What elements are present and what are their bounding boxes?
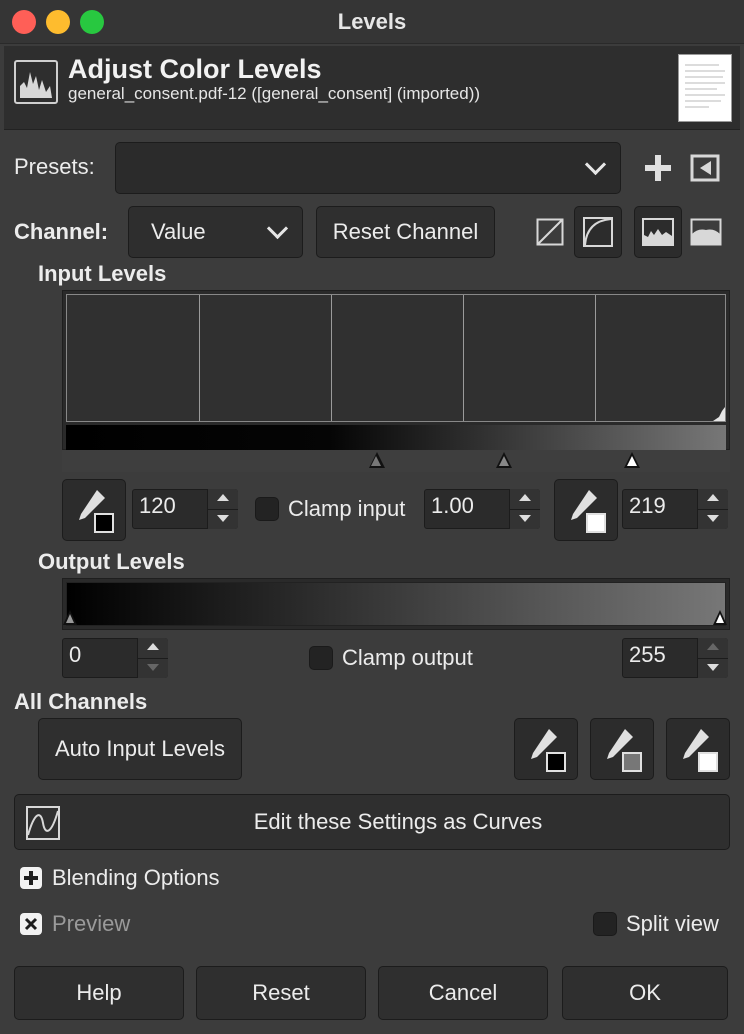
dialog-header: Adjust Color Levels general_consent.pdf-… [4,46,740,130]
presets-combo[interactable] [115,142,621,194]
input-high-handle-fill [627,456,637,466]
pick-white-all-button[interactable] [666,718,730,780]
reset-channel-button[interactable]: Reset Channel [316,206,495,258]
window-title: Levels [337,9,407,34]
histogram-gridline [331,295,332,421]
output-low-steppers [137,638,168,678]
channel-label: Channel: [14,219,109,244]
input-gamma-steppers [509,489,540,529]
chevron-down-icon [584,153,607,176]
input-levels-label: Input Levels [38,261,167,286]
image-name: general_consent.pdf-12 ([general_consent… [68,84,481,103]
pick-gray-all-button[interactable] [590,718,654,780]
input-gamma-increment[interactable] [510,489,540,509]
blending-options-expander[interactable] [20,867,42,889]
output-low-value: 0 [69,642,82,667]
chevron-down-icon [266,217,289,240]
pick-white-point-button[interactable] [554,479,618,541]
input-high-spinner[interactable]: 219 [622,489,728,529]
clamp-input-checkbox[interactable] [255,497,279,521]
input-gamma-handle-fill [499,456,509,466]
log-scale-icon [583,217,613,247]
image-thumbnail [678,54,732,122]
eyedropper-white-icon [571,490,606,533]
eyedropper-white-icon [683,729,718,772]
cancel-button[interactable]: Cancel [378,966,548,1020]
histogram-area[interactable] [66,294,726,422]
checkmark-x-icon [20,913,42,935]
histogram-gridline [595,295,596,421]
preview-label: Preview [52,911,131,936]
clamp-output-label: Clamp output [342,645,473,670]
input-gamma-decrement[interactable] [510,509,540,530]
input-low-value: 120 [139,493,176,518]
auto-input-levels-button[interactable]: Auto Input Levels [38,718,242,780]
linear-scale-icon [536,218,564,246]
pick-black-all-button[interactable] [514,718,578,780]
plus-icon [645,155,671,181]
input-gamma-spinner[interactable]: 1.00 [424,489,540,529]
output-low-handle-fill [66,614,74,623]
output-low-decrement[interactable] [138,658,168,679]
eyedropper-black-icon [79,490,114,533]
histogram-alt-view-button[interactable] [690,218,722,246]
input-low-spinner[interactable]: 120 [132,489,238,529]
clamp-input-label: Clamp input [288,496,406,521]
presets-label: Presets: [14,154,95,179]
output-high-value: 255 [629,642,666,667]
blending-options-label[interactable]: Blending Options [52,865,220,891]
input-high-steppers [697,489,728,529]
input-low-decrement[interactable] [208,509,238,530]
output-levels-label: Output Levels [38,549,185,574]
output-gradient-bar[interactable] [63,582,727,626]
help-button[interactable]: Help [14,966,184,1020]
linear-histogram-button[interactable] [536,218,564,246]
input-gradient-bar [66,425,726,451]
histogram-view-button[interactable] [634,206,682,258]
expand-plus-icon [20,867,42,889]
input-slider-track[interactable] [62,450,730,472]
output-low-increment[interactable] [138,638,168,658]
histogram-outline-icon [690,218,722,246]
channel-value: Value [151,219,206,244]
preview-checkbox[interactable] [20,913,42,935]
logarithmic-histogram-button[interactable] [574,206,622,258]
all-channels-label: All Channels [14,689,148,714]
histogram-gridline [463,295,464,421]
presets-menu-button[interactable] [690,154,720,182]
input-high-value: 219 [629,493,666,518]
levels-histogram-icon [14,60,58,104]
input-high-decrement[interactable] [698,509,728,530]
histogram-gridline [199,295,200,421]
split-view-label: Split view [626,911,719,936]
eyedropper-gray-icon [607,729,642,772]
input-low-handle-fill [371,456,381,466]
output-high-increment[interactable] [698,638,728,658]
histogram-icon [642,218,674,246]
edit-as-curves-button[interactable]: Edit these Settings as Curves [14,794,730,850]
add-preset-button[interactable] [642,152,674,184]
input-gamma-value: 1.00 [431,493,474,518]
output-high-steppers [697,638,728,678]
reset-button[interactable]: Reset [196,966,366,1020]
ok-button[interactable]: OK [562,966,728,1020]
dialog-title: Adjust Color Levels [68,54,322,84]
output-high-handle-fill [716,614,724,623]
input-low-steppers [207,489,238,529]
pick-black-point-button[interactable] [62,479,126,541]
input-low-increment[interactable] [208,489,238,509]
histogram-peak [713,407,725,421]
input-high-increment[interactable] [698,489,728,509]
output-high-decrement[interactable] [698,658,728,679]
menu-triangle-icon [690,154,720,182]
output-high-spinner[interactable]: 255 [622,638,728,678]
edit-as-curves-label: Edit these Settings as Curves [253,809,543,834]
channel-combo[interactable]: Value [128,206,303,258]
output-low-spinner[interactable]: 0 [62,638,168,678]
clamp-output-checkbox[interactable] [309,646,333,670]
eyedropper-black-icon [531,729,566,772]
split-view-checkbox[interactable] [593,912,617,936]
